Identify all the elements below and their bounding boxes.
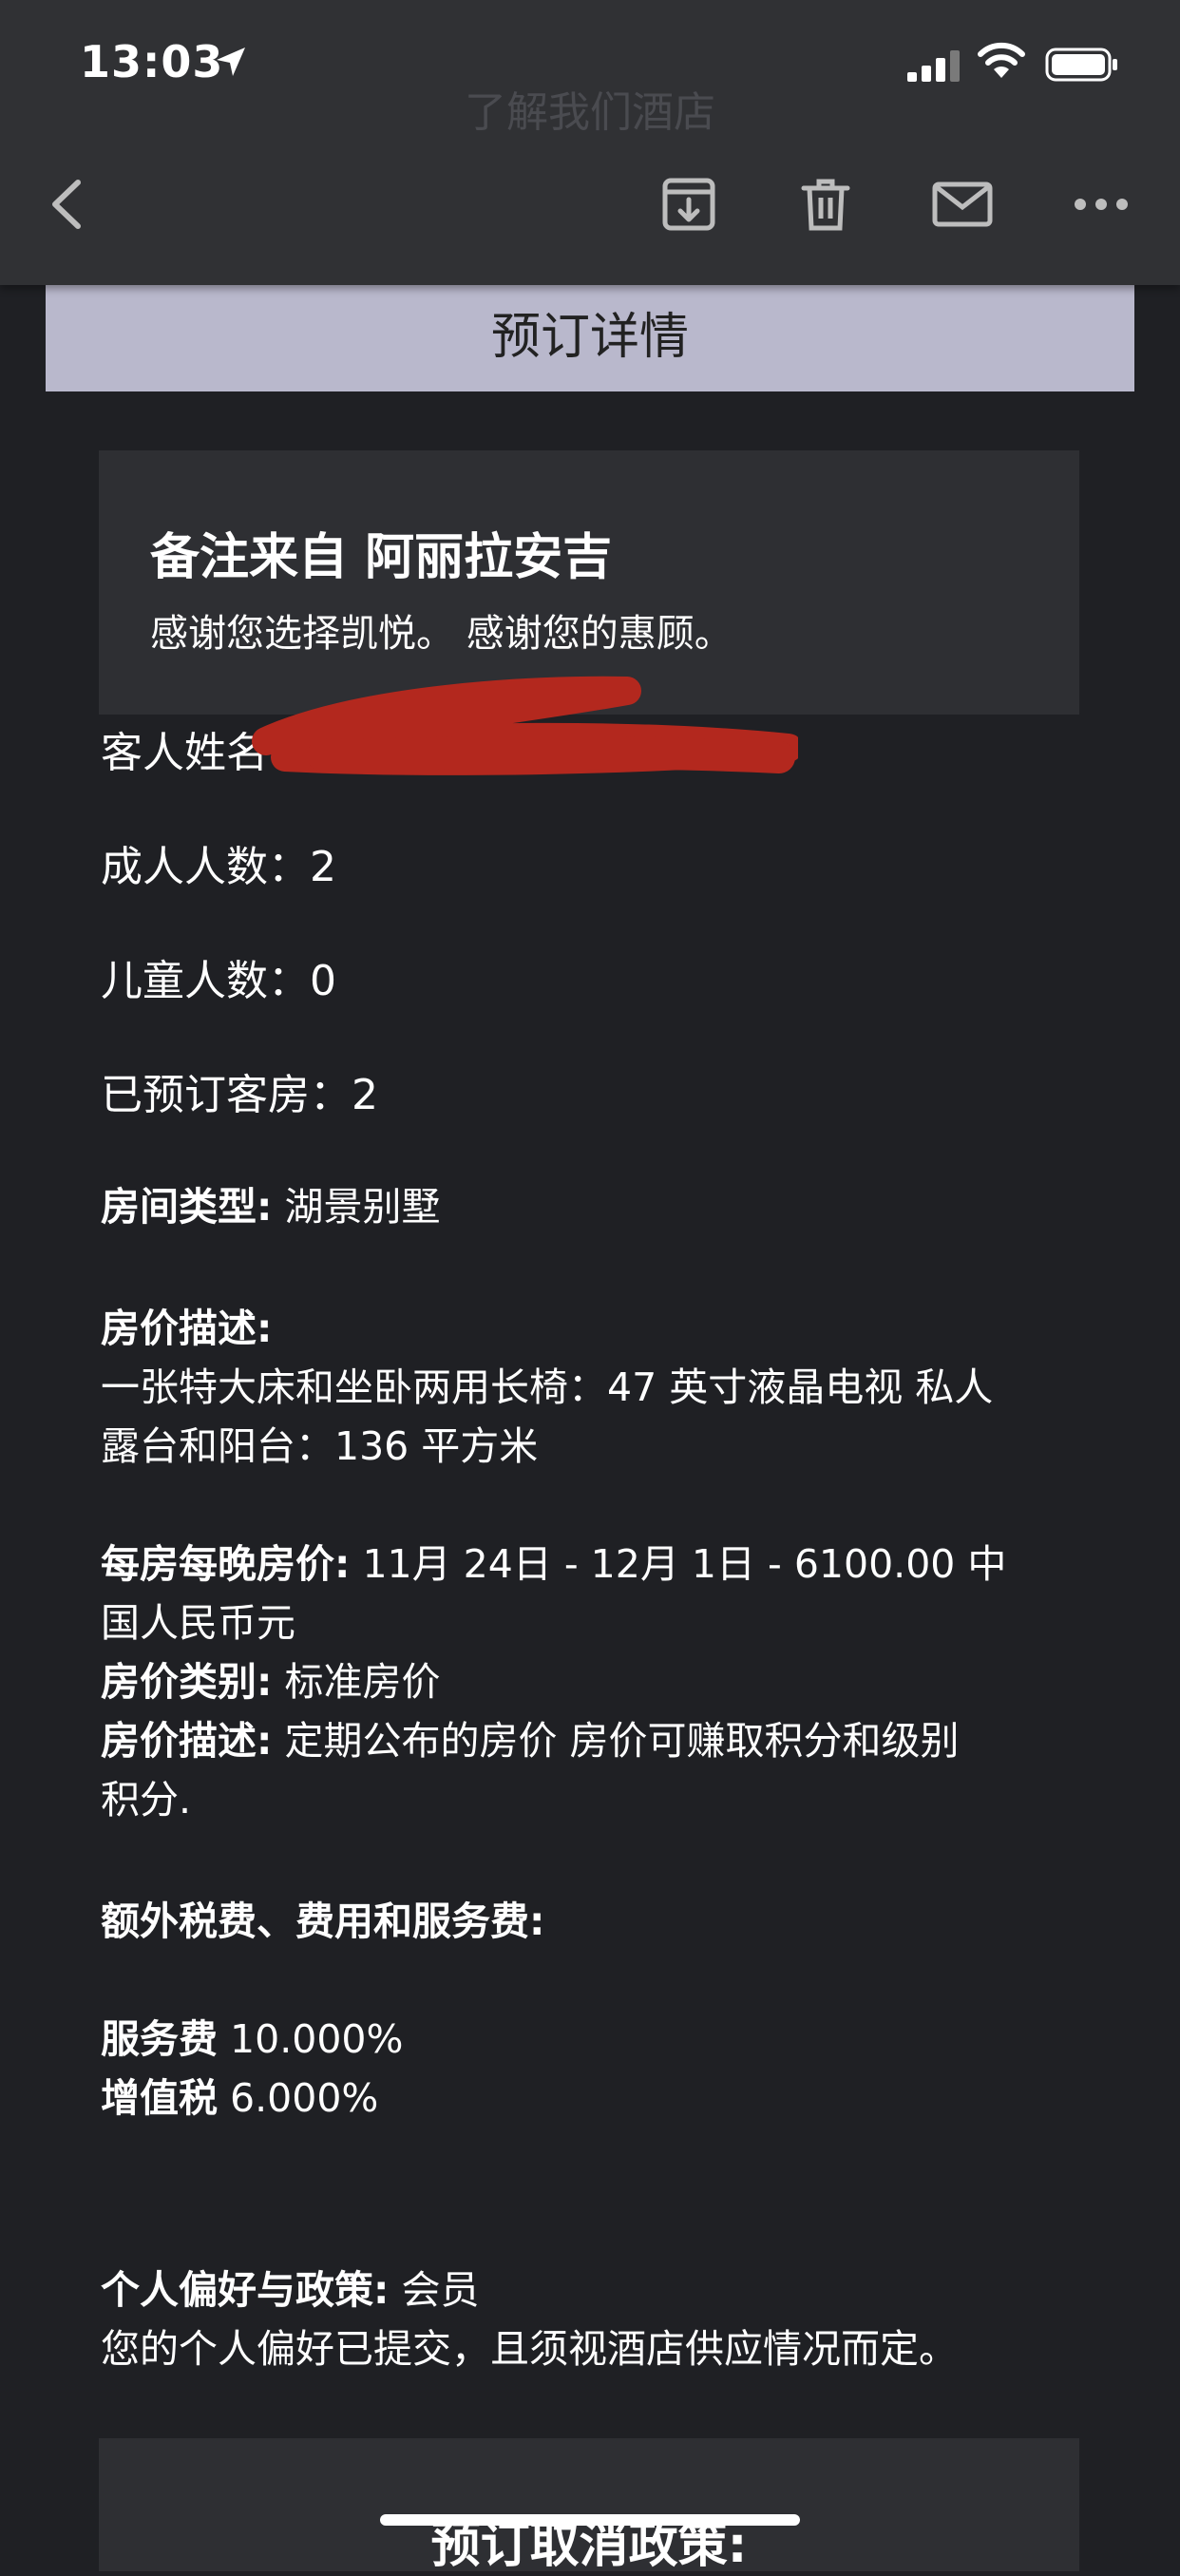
nightly-rate-label: 每房每晚房价: bbox=[101, 1541, 351, 1587]
taxes-label: 额外税费、费用和服务费: bbox=[101, 1899, 545, 1944]
nightly-rate-row: 每房每晚房价: 11月 24日 - 12月 1日 - 6100.00 中 bbox=[101, 1532, 1006, 1589]
home-indicator[interactable] bbox=[380, 2514, 800, 2526]
note-text: 感谢您选择凯悦。 感谢您的惠顾。 bbox=[150, 612, 733, 656]
cancellation-policy-card: 预订取消政策: bbox=[99, 2438, 1079, 2574]
cellular-signal-icon bbox=[907, 50, 960, 82]
back-arrow-icon[interactable] bbox=[38, 171, 105, 238]
nightly-rate-value: 11月 24日 - 12月 1日 - 6100.00 中 bbox=[350, 1541, 1007, 1587]
archive-icon[interactable] bbox=[656, 171, 722, 238]
mail-icon[interactable] bbox=[929, 171, 996, 238]
room-type-row: 房间类型: 湖景别墅 bbox=[101, 1174, 440, 1231]
more-options-icon[interactable] bbox=[1068, 171, 1134, 238]
rate-description-line2: 露台和阳台：136 平方米 bbox=[101, 1423, 539, 1469]
booking-details-header: 预订详情 bbox=[46, 276, 1134, 391]
rate-category-label: 房价类别: bbox=[101, 1659, 273, 1705]
vat-label: 增值税 bbox=[101, 2075, 218, 2121]
location-arrow-icon bbox=[217, 48, 245, 76]
rate-description2-row: 房价描述: 定期公布的房价 房价可赚取积分和级别 bbox=[101, 1708, 959, 1765]
preferences-row: 个人偏好与政策: 会员 bbox=[101, 2258, 479, 2315]
rate-description2-label: 房价描述: bbox=[101, 1718, 273, 1764]
children-count: 儿童人数：0 bbox=[101, 957, 336, 1005]
email-toolbar bbox=[0, 133, 1180, 285]
rate-description-line1: 一张特大床和坐卧两用长椅：47 英寸液晶电视 私人 bbox=[101, 1364, 994, 1410]
rooms-booked: 已预订客房：2 bbox=[101, 1071, 378, 1119]
preferences-text: 您的个人偏好已提交，且须视酒店供应情况而定。 bbox=[101, 2326, 958, 2372]
wifi-icon bbox=[978, 42, 1025, 78]
rate-description-label: 房价描述: bbox=[101, 1306, 273, 1351]
ghost-email-title: 了解我们酒店 bbox=[465, 88, 715, 137]
preferences-label: 个人偏好与政策: bbox=[101, 2267, 390, 2313]
guest-name-row: 客人姓名 bbox=[101, 718, 268, 779]
service-fee-value: 10.000% bbox=[218, 2016, 404, 2062]
preferences-value: 会员 bbox=[389, 2267, 480, 2313]
redaction-scribble bbox=[252, 676, 798, 775]
battery-icon bbox=[1045, 48, 1117, 82]
rate-description2-cont: 积分. bbox=[101, 1777, 192, 1822]
guest-name-label: 客人姓名 bbox=[101, 729, 268, 777]
rate-category-row: 房价类别: 标准房价 bbox=[101, 1650, 440, 1707]
service-fee-label: 服务费 bbox=[101, 2016, 218, 2062]
email-body: 预订详情 备注来自 阿丽拉安吉 感谢您选择凯悦。 感谢您的惠顾。 客人姓名 成人… bbox=[0, 0, 1180, 2574]
room-type-value: 湖景别墅 bbox=[272, 1184, 441, 1230]
rate-category-value: 标准房价 bbox=[272, 1659, 441, 1705]
rate-description2-value: 定期公布的房价 房价可赚取积分和级别 bbox=[272, 1718, 960, 1764]
adults-count: 成人人数：2 bbox=[101, 843, 336, 891]
service-fee-row: 服务费 10.000% bbox=[101, 2007, 403, 2064]
header-title: 预订详情 bbox=[490, 309, 689, 366]
note-title: 备注来自 阿丽拉安吉 bbox=[150, 529, 613, 586]
vat-value: 6.000% bbox=[218, 2075, 379, 2121]
room-type-label: 房间类型: bbox=[101, 1184, 273, 1230]
trash-icon[interactable] bbox=[792, 171, 859, 238]
vat-row: 增值税 6.000% bbox=[101, 2066, 378, 2123]
nightly-rate-currency: 国人民币元 bbox=[101, 1600, 295, 1646]
